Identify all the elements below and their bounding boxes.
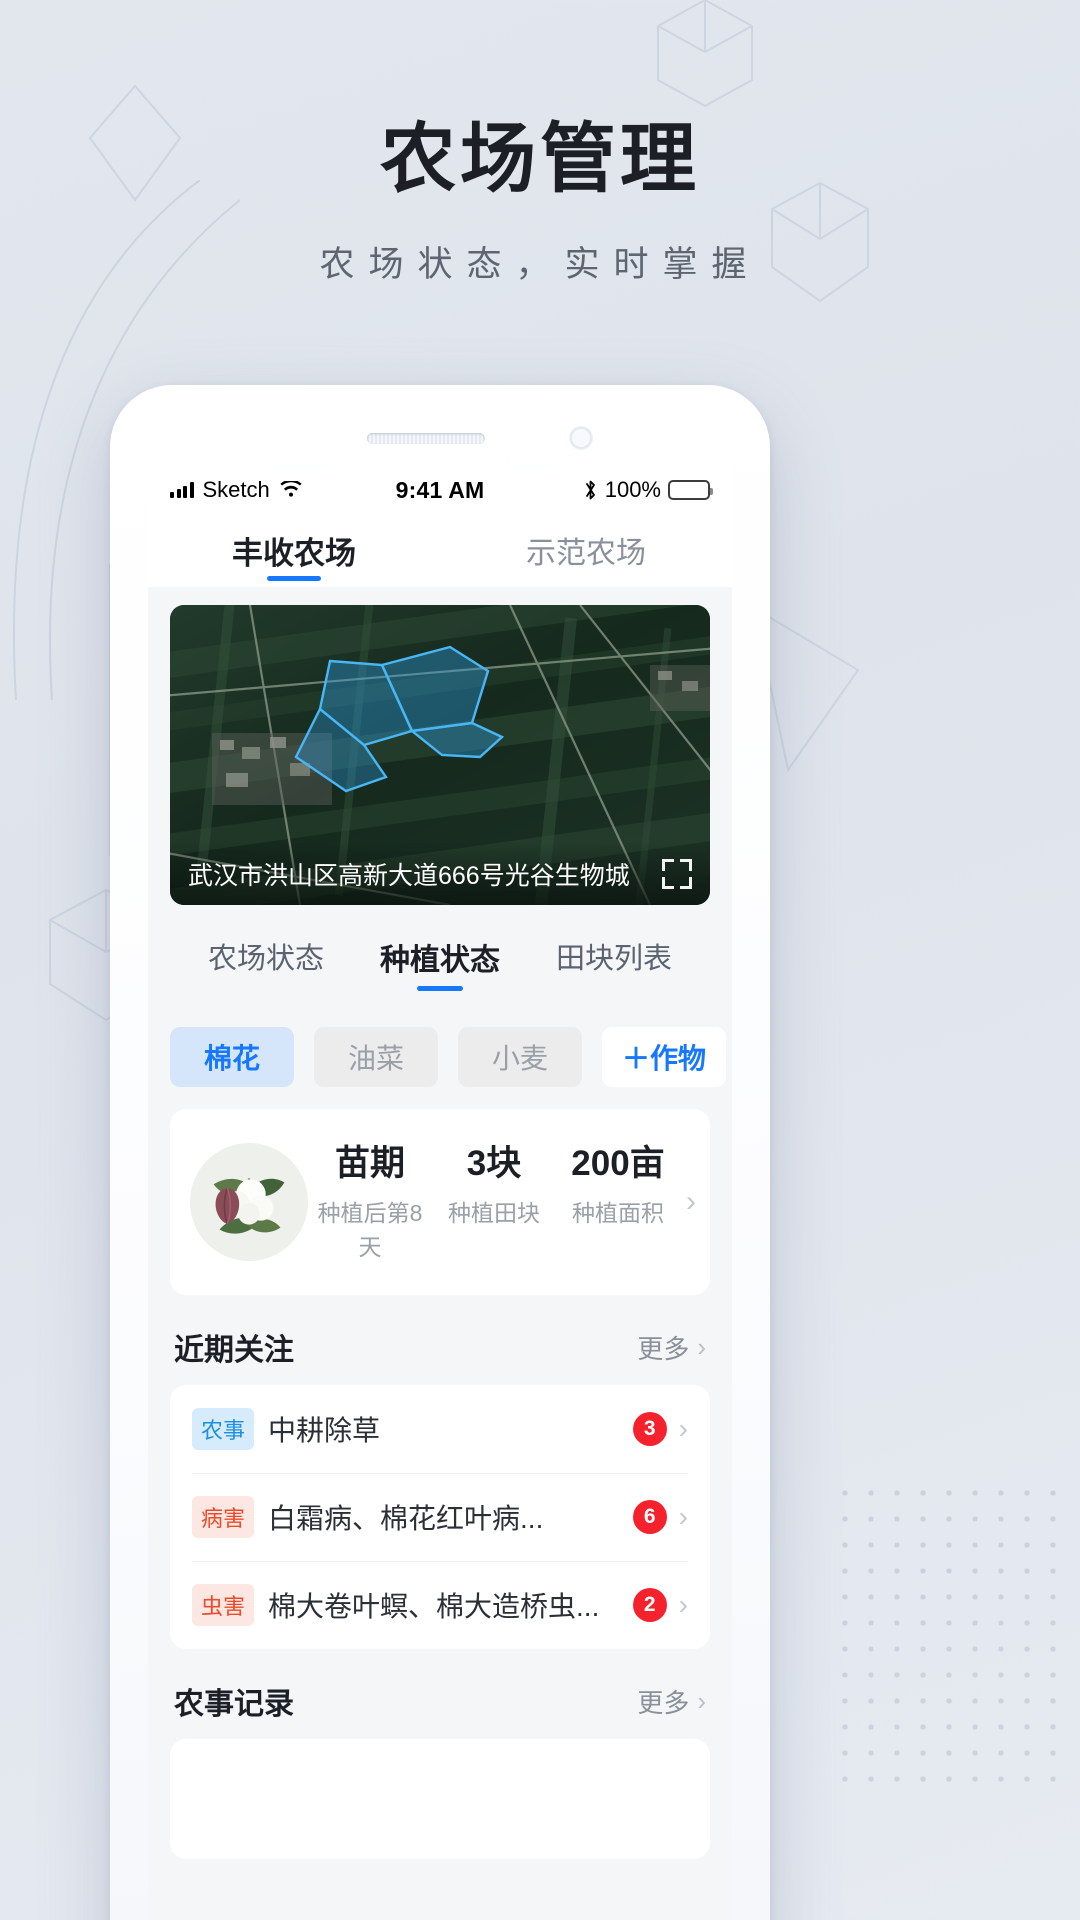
records-section-header: 农事记录 更多 › [148,1649,732,1739]
wifi-icon [280,481,302,497]
farm-tab-shifan[interactable]: 示范农场 [440,513,732,587]
crop-stat-fields-value: 3块 [466,1144,522,1184]
phone-screen: Sketch 9:41 AM 100% 丰收农场 示范农场 武汉市洪山区高新大道… [148,467,732,1920]
crop-chip-wheat[interactable]: 小麦 [458,1027,582,1087]
recent-more-button[interactable]: 更多 › [637,1329,706,1366]
battery-percent-label: 100% [604,477,661,502]
battery-full-icon [668,480,713,500]
recent-more-label: 更多 [637,1333,690,1364]
crop-chip-list[interactable]: 棉花 油菜 小麦 ＋作物 [148,1001,732,1087]
chevron-right-icon: › [697,1331,706,1362]
status-badge: 3 [632,1412,667,1446]
farm-address: 武汉市洪山区高新大道666号光谷生物城 [188,862,630,890]
crop-summary-card[interactable]: 苗期 种植后第8天 3块 种植田块 200亩 种植面积 › [170,1109,710,1295]
front-camera-icon [570,427,592,449]
records-section-title: 农事记录 [174,1688,294,1721]
row-title: 白霜病、棉花红叶病... [268,1503,544,1534]
records-list-card[interactable] [170,1739,710,1859]
row-title: 棉大卷叶螟、棉大造桥虫... [268,1591,600,1622]
crop-stat-stage-label: 种植后第8天 [317,1199,423,1260]
crop-stat-fields: 3块 种植田块 [432,1142,556,1262]
status-bar-right: 100% [484,477,713,503]
crop-stat-stage-value: 苗期 [334,1144,405,1184]
farm-map-card[interactable]: 武汉市洪山区高新大道666号光谷生物城 [170,605,710,905]
earpiece-speaker-icon [366,433,485,444]
status-bar-left: Sketch [170,477,396,503]
bluetooth-icon [585,480,595,500]
page-title: 农场管理 [380,117,700,202]
chevron-right-icon[interactable]: › [679,1501,688,1533]
crop-stat-list: 苗期 种植后第8天 3块 种植田块 200亩 种植面积 [308,1142,680,1262]
carrier-label: Sketch [202,477,270,502]
status-bar-time: 9:41 AM [395,476,485,503]
chevron-right-icon: › [697,1685,706,1716]
records-more-button[interactable]: 更多 › [637,1683,706,1720]
section-tabs[interactable]: 农场状态 种植状态 田块列表 [148,905,732,1001]
expand-fullscreen-icon[interactable] [662,859,692,889]
crop-stat-area-label: 种植面积 [572,1199,664,1226]
row-title: 中耕除草 [268,1415,381,1446]
dot-grid-decoration [832,1480,1062,1800]
status-badge: 6 [632,1500,667,1534]
status-bar: Sketch 9:41 AM 100% [148,467,732,513]
crop-stat-fields-label: 种植田块 [448,1199,540,1226]
records-more-label: 更多 [637,1687,690,1718]
status-badge: 2 [632,1588,667,1622]
section-tab-field-list[interactable]: 田块列表 [556,935,672,991]
page-subtitle: 农场状态，实时掌握 [319,245,761,284]
recent-section-title: 近期关注 [174,1334,294,1367]
row-tag: 病害 [192,1496,255,1538]
crop-stat-area: 200亩 种植面积 [556,1142,680,1262]
content-scroll-area[interactable]: 武汉市洪山区高新大道666号光谷生物城 农场状态 种植状态 田块列表 棉花 油菜… [148,605,732,1859]
recent-section-header: 近期关注 更多 › [148,1295,732,1385]
crop-chip-rapeseed[interactable]: 油菜 [314,1027,438,1087]
hero-section: 农场管理 农场状态，实时掌握 [0,0,1080,287]
section-tab-farm-status[interactable]: 农场状态 [208,935,324,991]
chevron-right-icon[interactable]: › [679,1413,688,1445]
map-footer: 武汉市洪山区高新大道666号光谷生物城 [170,843,710,905]
list-item[interactable]: 农事 中耕除草 3 › [170,1385,710,1473]
row-tag: 农事 [192,1408,255,1450]
chevron-right-icon[interactable]: › [680,1185,696,1219]
crop-chip-cotton[interactable]: 棉花 [170,1027,294,1087]
list-item[interactable]: 虫害 棉大卷叶螟、棉大造桥虫... 2 › [170,1561,710,1649]
section-tab-planting-status[interactable]: 种植状态 [380,935,500,991]
row-tag: 虫害 [192,1584,255,1626]
add-crop-button[interactable]: ＋作物 [602,1027,726,1087]
farm-tab-fengshou[interactable]: 丰收农场 [148,513,440,587]
crop-stat-area-value: 200亩 [571,1144,665,1184]
cotton-plant-photo [190,1143,308,1261]
chevron-right-icon[interactable]: › [679,1589,688,1621]
phone-mockup: Sketch 9:41 AM 100% 丰收农场 示范农场 武汉市洪山区高新大道… [110,385,770,1920]
recent-list-card[interactable]: 农事 中耕除草 3 › 病害 白霜病、棉花红叶病... 6 › 虫害 棉大卷叶螟… [170,1385,710,1649]
phone-bezel-top [110,385,770,467]
signal-bars-icon [170,482,194,498]
crop-stat-stage: 苗期 种植后第8天 [308,1142,432,1262]
list-item[interactable]: 病害 白霜病、棉花红叶病... 6 › [170,1473,710,1561]
farm-tabs[interactable]: 丰收农场 示范农场 [148,513,732,587]
